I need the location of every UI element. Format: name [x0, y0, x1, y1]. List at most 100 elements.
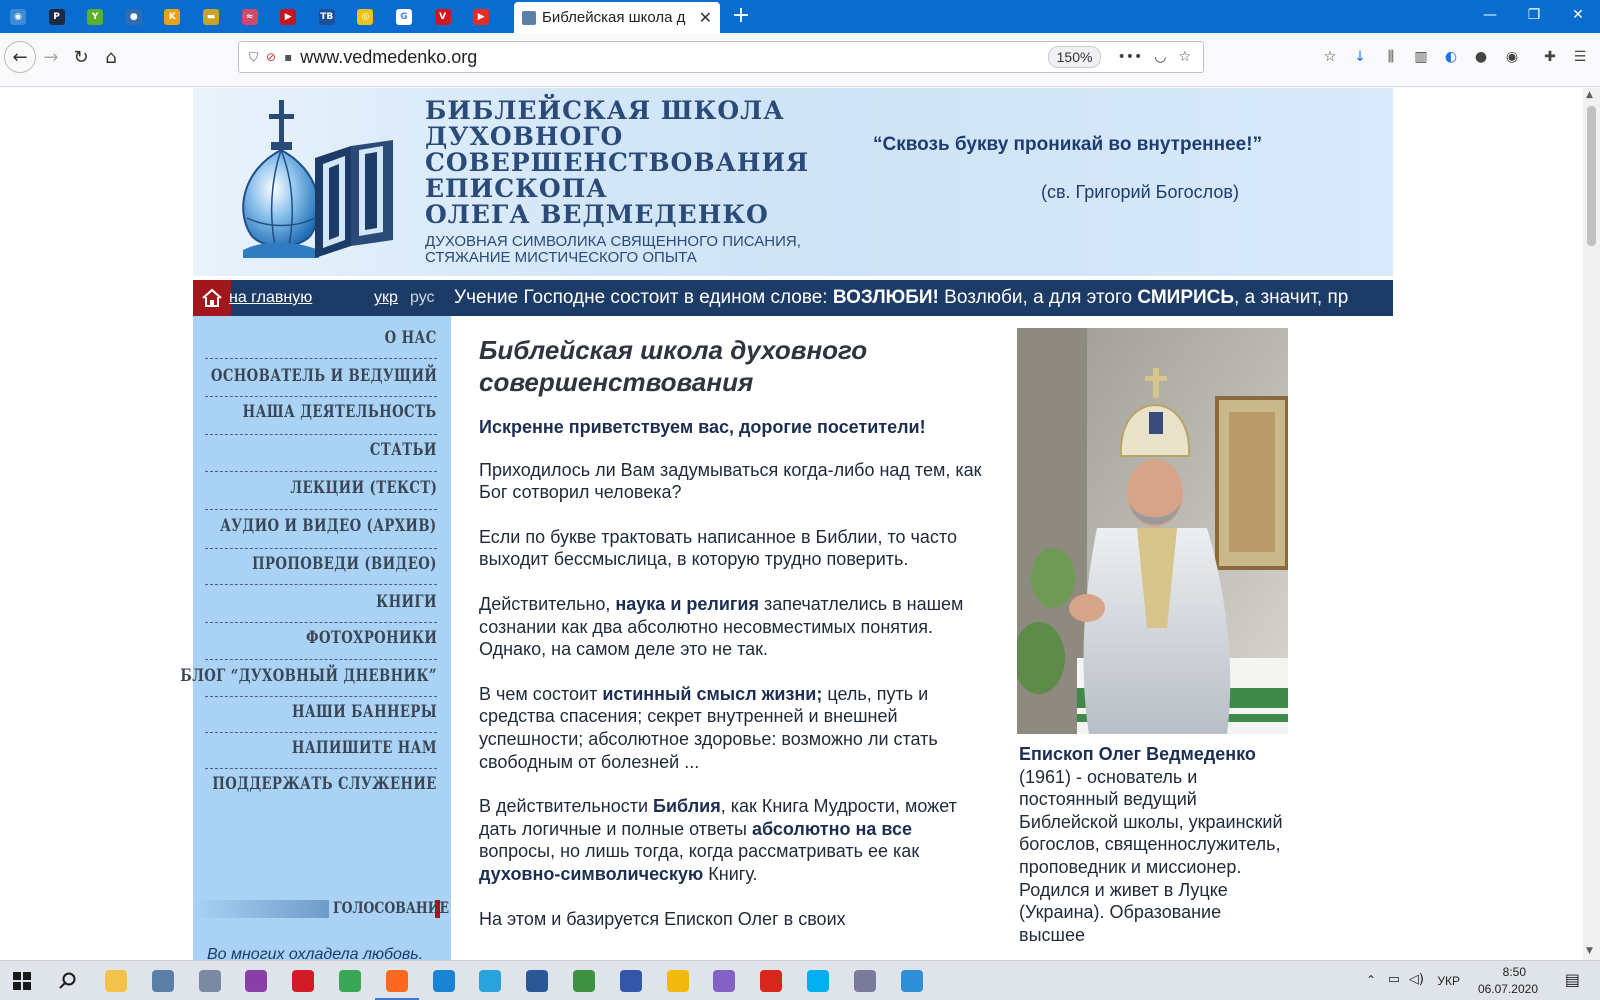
- paragraph-bold: наука и религия: [615, 593, 759, 614]
- menu-item-blog[interactable]: БЛОГ “ДУХОВНЫЙ ДНЕВНИК”: [180, 666, 437, 686]
- zoom-level-badge[interactable]: 150%: [1047, 46, 1102, 68]
- menu-item-audio-video[interactable]: АУДИО И ВИДЕО (АРХИВ): [220, 516, 437, 536]
- swirl-app[interactable]: [851, 967, 879, 995]
- edge-app[interactable]: [430, 967, 458, 995]
- home-button[interactable]: ⌂: [96, 42, 126, 72]
- pin-tab-13[interactable]: ▶: [468, 4, 494, 30]
- notes-app[interactable]: [242, 967, 270, 995]
- calculator-app[interactable]: [149, 967, 177, 995]
- sidebar-toggle-icon[interactable]: ▥: [1411, 49, 1431, 69]
- menu-item-support[interactable]: ПОДДЕРЖАТЬ СЛУЖЕНИЕ: [213, 774, 437, 794]
- permissions-icon[interactable]: ▪: [284, 50, 292, 64]
- warning-app[interactable]: [664, 967, 692, 995]
- firefox-app[interactable]: [374, 967, 419, 1000]
- url-text[interactable]: www.vedmedenko.org: [300, 47, 1047, 68]
- pin-tab-12[interactable]: V: [430, 4, 456, 30]
- pin-tab-2[interactable]: P: [44, 4, 70, 30]
- pin-tab-10[interactable]: ◎: [352, 4, 378, 30]
- menu-item-books[interactable]: КНИГИ: [376, 592, 437, 612]
- home-link[interactable]: на главную: [229, 289, 374, 307]
- network-icon[interactable]: ▭: [1388, 972, 1400, 987]
- page-actions-icon[interactable]: •••: [1117, 49, 1142, 65]
- opera-app[interactable]: [289, 967, 317, 995]
- menu-item-activity[interactable]: НАША ДЕЯТЕЛЬНОСТЬ: [243, 402, 437, 422]
- forward-button[interactable]: →: [36, 42, 66, 72]
- pin-tab-4[interactable]: ●: [121, 4, 147, 30]
- menu-item-banners[interactable]: НАШИ БАННЕРЫ: [292, 702, 437, 722]
- pin-tab-5[interactable]: K: [159, 4, 185, 30]
- input-language[interactable]: УКР: [1437, 974, 1460, 988]
- scroll-up-arrow-icon[interactable]: ▲: [1586, 90, 1593, 100]
- telegram-app[interactable]: [476, 967, 504, 995]
- downloads-icon[interactable]: ↓: [1350, 49, 1370, 69]
- notifications-icon[interactable]: ▤: [1565, 970, 1580, 989]
- explorer-app[interactable]: [102, 967, 130, 995]
- menu-separator: [205, 434, 437, 435]
- pin-tab-9[interactable]: TB: [314, 4, 340, 30]
- clock-time[interactable]: 8:50: [1503, 965, 1526, 979]
- close-window-button[interactable]: ✕: [1556, 0, 1600, 30]
- pin-tab-7[interactable]: ≈: [237, 4, 263, 30]
- menu-separator: [205, 358, 437, 359]
- scroll-down-arrow-icon[interactable]: ▼: [1586, 946, 1593, 956]
- library-icon[interactable]: ⫼: [1381, 49, 1401, 69]
- page-scrollbar[interactable]: ▲ ▼: [1583, 88, 1600, 960]
- bookmark-star-icon[interactable]: ☆: [1178, 49, 1191, 65]
- download-app[interactable]: [757, 967, 785, 995]
- globe-app[interactable]: [898, 967, 926, 995]
- chrome-app[interactable]: [336, 967, 364, 995]
- pin-tab-6[interactable]: ▬: [198, 4, 224, 30]
- back-button[interactable]: ←: [4, 41, 36, 73]
- start-button[interactable]: [8, 967, 36, 995]
- menu-item-photo[interactable]: ФОТОХРОНИКИ: [306, 628, 437, 648]
- pin-tab-1[interactable]: ◉: [5, 4, 31, 30]
- pin-tab-3-icon: Y: [87, 9, 104, 25]
- account-icon[interactable]: ◉: [1502, 49, 1522, 69]
- paragraph-text: вопросы, но лишь тогда, когда рассматрив…: [479, 841, 920, 862]
- extensions-icon[interactable]: ✚: [1540, 49, 1560, 69]
- restore-button[interactable]: ❐: [1512, 0, 1556, 30]
- menu-item-founder[interactable]: ОСНОВАТЕЛЬ И ВЕДУЩИЙ: [211, 366, 437, 386]
- url-bar[interactable]: ⛉ ⊘ ▪ www.vedmedenko.org 150% ••• ◡ ☆: [238, 41, 1204, 73]
- vs-app[interactable]: [710, 967, 738, 995]
- tray-chevron-icon[interactable]: ⌃: [1366, 973, 1376, 987]
- shield-icon[interactable]: ⛉: [249, 50, 258, 65]
- lang-rus-label[interactable]: рус: [410, 289, 454, 307]
- reading-list-icon[interactable]: ☆: [1320, 49, 1340, 69]
- menu-item-about[interactable]: О НАС: [385, 328, 437, 348]
- minimize-button[interactable]: —: [1468, 0, 1512, 30]
- reload-button[interactable]: ↻: [66, 42, 96, 72]
- skype-app[interactable]: [804, 967, 832, 995]
- pin-tab-9-icon: TB: [318, 9, 335, 25]
- menu-separator: [205, 696, 437, 697]
- word-app[interactable]: [523, 967, 551, 995]
- menu-icon[interactable]: ☰: [1570, 49, 1590, 69]
- pin-tab-3[interactable]: Y: [82, 4, 108, 30]
- pin-tab-11[interactable]: G: [391, 4, 417, 30]
- pocket-icon[interactable]: ◡: [1154, 49, 1166, 65]
- spreadsheet-app[interactable]: [570, 967, 598, 995]
- clock-date[interactable]: 06.07.2020: [1478, 982, 1538, 996]
- menu-item-contact[interactable]: НАПИШИТЕ НАМ: [292, 738, 437, 758]
- founder-name: Епископ Олег Ведмеденко: [1019, 744, 1256, 764]
- paragraph: Действительно, наука и религия запечатле…: [479, 593, 989, 661]
- menu-item-lectures[interactable]: ЛЕКЦИИ (ТЕКСТ): [290, 478, 437, 498]
- volume-icon[interactable]: ◁): [1409, 972, 1424, 987]
- menu-item-sermons[interactable]: ПРОПОВЕДИ (ВИДЕО): [252, 554, 437, 574]
- new-tab-button[interactable]: +: [728, 3, 754, 29]
- satellite-app[interactable]: [196, 967, 224, 995]
- scroll-thumb[interactable]: [1587, 106, 1596, 246]
- menu-separator: [205, 584, 437, 585]
- disk-app[interactable]: [617, 967, 645, 995]
- home-icon-button[interactable]: [193, 280, 231, 316]
- insecure-lock-icon[interactable]: ⊘: [266, 50, 276, 64]
- lang-ukr-link[interactable]: укр: [374, 289, 410, 307]
- extension-icon[interactable]: ●: [1471, 49, 1491, 69]
- close-tab-icon[interactable]: ✕: [699, 8, 712, 27]
- paragraph-bold: Библия: [653, 796, 721, 817]
- search-button[interactable]: [54, 967, 82, 995]
- pin-tab-8[interactable]: ▶: [275, 4, 301, 30]
- active-tab[interactable]: Библейская школа д ✕: [514, 2, 720, 33]
- menu-item-articles[interactable]: СТАТЬИ: [370, 440, 437, 460]
- sync-extension-icon[interactable]: ◐: [1441, 49, 1461, 69]
